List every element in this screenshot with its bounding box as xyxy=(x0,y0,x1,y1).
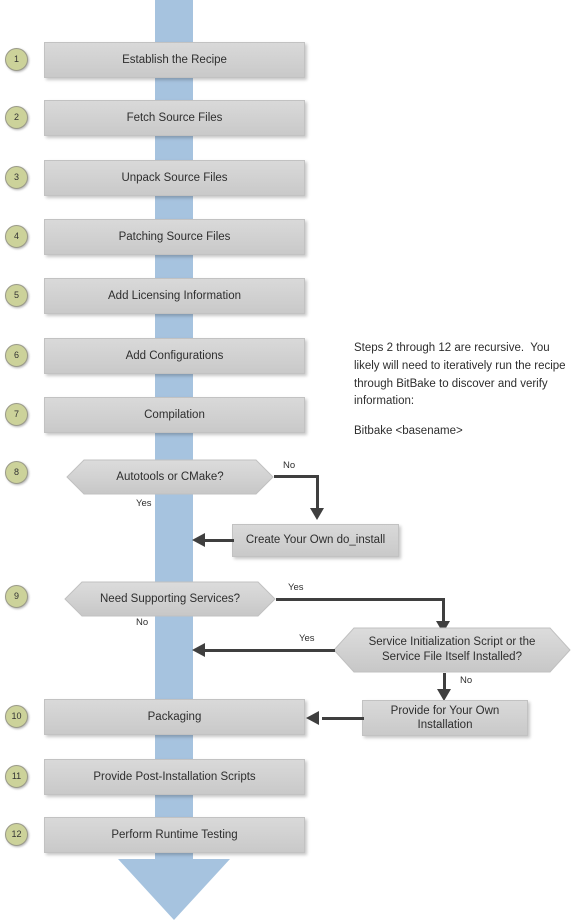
step-box-add-licensing-information[interactable]: Add Licensing Information xyxy=(44,278,305,314)
recursive-note-command: Bitbake <basename> xyxy=(354,425,463,437)
arrowhead-into-do-install-icon xyxy=(310,508,324,520)
edge-label-autotools-no: No xyxy=(283,460,296,471)
step-box-packaging[interactable]: Packaging xyxy=(44,699,305,735)
workflow-spine-arrow-icon xyxy=(118,859,230,920)
decision-need-supporting-services[interactable]: Need Supporting Services? xyxy=(64,581,276,617)
step-box-provide-post-installation-scripts[interactable]: Provide Post-Installation Scripts xyxy=(44,759,305,795)
recursive-note-paragraph: Steps 2 through 12 are recursive. You li… xyxy=(354,342,569,408)
decision-autotools-or-cmake[interactable]: Autotools or CMake? xyxy=(66,459,274,495)
connector-autotools-no-horizontal xyxy=(274,475,319,478)
connector-services-yes-horizontal xyxy=(276,598,445,601)
step-number-8: 8 xyxy=(5,461,28,484)
connector-provide-to-packaging xyxy=(322,717,364,720)
decision-service-initialization-script[interactable]: Service Initialization Script or the Ser… xyxy=(333,627,571,673)
arrowhead-do-install-to-spine-icon xyxy=(192,533,205,547)
step-number-7: 7 xyxy=(5,403,28,426)
edge-label-autotools-yes: Yes xyxy=(136,498,152,509)
connector-autotools-no-vertical xyxy=(316,475,319,510)
edge-label-service-file-yes: Yes xyxy=(299,633,315,644)
step-box-unpack-source-files[interactable]: Unpack Source Files xyxy=(44,160,305,196)
arrowhead-service-yes-to-spine-icon xyxy=(192,643,205,657)
step-number-10: 10 xyxy=(5,705,28,728)
step-box-establish-the-recipe[interactable]: Establish the Recipe xyxy=(44,42,305,78)
recipe-workflow-diagram: 1 Establish the Recipe 2 Fetch Source Fi… xyxy=(0,0,571,923)
step-box-perform-runtime-testing[interactable]: Perform Runtime Testing xyxy=(44,817,305,853)
branch-box-create-your-own-do-install[interactable]: Create Your Own do_install xyxy=(232,524,399,557)
step-box-fetch-source-files[interactable]: Fetch Source Files xyxy=(44,100,305,136)
step-number-6: 6 xyxy=(5,344,28,367)
step-box-patching-source-files[interactable]: Patching Source Files xyxy=(44,219,305,255)
connector-service-yes-to-spine xyxy=(205,649,335,652)
edge-label-services-yes: Yes xyxy=(288,582,304,593)
branch-box-provide-for-your-own-installation[interactable]: Provide for Your Own Installation xyxy=(362,700,528,736)
edge-label-service-file-no: No xyxy=(460,675,473,686)
step-box-compilation[interactable]: Compilation xyxy=(44,397,305,433)
step-number-3: 3 xyxy=(5,166,28,189)
connector-do-install-to-spine xyxy=(205,539,234,542)
edge-label-services-no: No xyxy=(136,617,149,628)
step-number-12: 12 xyxy=(5,823,28,846)
step-number-1: 1 xyxy=(5,48,28,71)
connector-services-yes-vertical xyxy=(442,598,445,623)
step-box-add-configurations[interactable]: Add Configurations xyxy=(44,338,305,374)
step-number-2: 2 xyxy=(5,106,28,129)
step-number-11: 11 xyxy=(5,765,28,788)
step-number-4: 4 xyxy=(5,225,28,248)
arrowhead-provide-to-packaging-icon xyxy=(306,711,319,725)
step-number-9: 9 xyxy=(5,585,28,608)
step-number-5: 5 xyxy=(5,284,28,307)
